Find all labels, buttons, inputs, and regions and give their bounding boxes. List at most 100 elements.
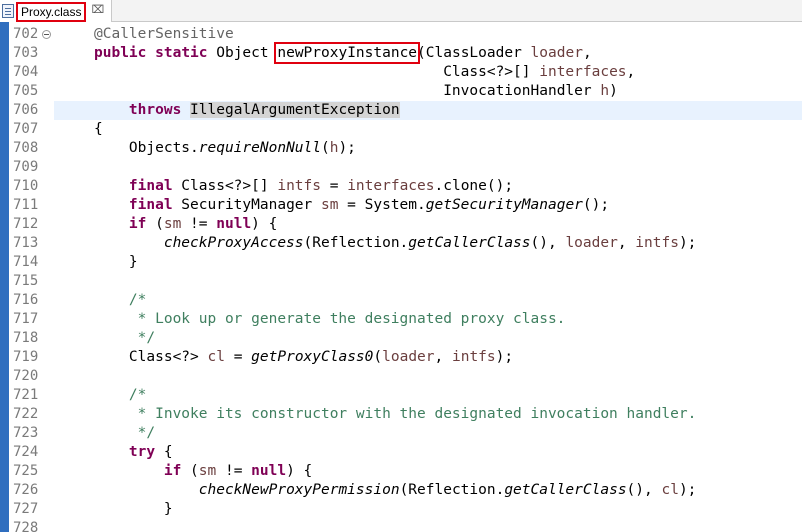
line-number-gutter: 702 703 704 705 706 707 708 709 710 711 712 713 714 7…	[9, 22, 53, 532]
code-token: getCallerClass	[504, 482, 627, 498]
code-line[interactable]: if (sm != null) {	[54, 462, 802, 481]
code-token: }	[94, 254, 138, 270]
tab-title[interactable]: Proxy.class	[16, 2, 87, 22]
code-token: !=	[216, 463, 252, 479]
code-token: throws	[128, 102, 182, 118]
code-token: (),	[530, 235, 566, 251]
code-token: (	[373, 349, 383, 365]
code-token: Class<?>	[94, 349, 208, 365]
line-number: 726	[13, 482, 39, 498]
close-icon[interactable]: ⌧	[91, 3, 105, 17]
code-line[interactable]	[54, 519, 802, 532]
line-number: 727	[13, 501, 39, 517]
code-line[interactable]: * Invoke its constructor with the design…	[54, 405, 802, 424]
class-file-icon	[2, 4, 14, 18]
highlighted-method-name: newProxyInstance	[274, 42, 421, 64]
code-token: final	[128, 197, 173, 213]
code-line[interactable]: checkProxyAccess(Reflection.getCallerCla…	[54, 234, 802, 253]
line-number: 725	[13, 463, 39, 479]
code-line[interactable]: Objects.requireNonNull(h);	[54, 139, 802, 158]
tab-proxy-class[interactable]: Proxy.class ⌧	[0, 0, 112, 22]
current-code-line[interactable]: throws IllegalArgumentException	[54, 101, 802, 120]
code-line[interactable]: }	[54, 253, 802, 272]
line-number: 724	[13, 444, 39, 460]
line-number: 717	[13, 311, 39, 327]
code-token: h	[600, 83, 610, 99]
code-token: public	[94, 45, 147, 61]
code-line[interactable]: @CallerSensitive	[54, 25, 802, 44]
code-token: Object	[207, 45, 278, 61]
code-token: intfs	[277, 178, 321, 194]
code-line[interactable]: final SecurityManager sm = System.getSec…	[54, 196, 802, 215]
code-line[interactable]	[54, 158, 802, 177]
code-token: requireNonNull	[198, 140, 321, 156]
code-token: (Reflection.	[303, 235, 409, 251]
code-line[interactable]: public static Object newProxyInstance(Cl…	[54, 42, 802, 64]
code-token: =	[224, 349, 252, 365]
code-line[interactable]: {	[54, 120, 802, 139]
code-token: sm	[198, 463, 217, 479]
code-line[interactable]	[54, 272, 802, 291]
code-token: try	[128, 444, 156, 460]
code-token: {	[94, 121, 103, 137]
line-number: 706	[13, 102, 39, 118]
line-number: 710	[13, 178, 39, 194]
code-token: loader	[530, 45, 583, 61]
code-line[interactable]: Class<?> cl = getProxyClass0(loader, int…	[54, 348, 802, 367]
line-number: 707	[13, 121, 39, 137]
code-line[interactable]: InvocationHandler h)	[54, 82, 802, 101]
code-token: ClassLoader	[425, 45, 531, 61]
code-line[interactable]: }	[54, 500, 802, 519]
code-token: getSecurityManager	[425, 197, 583, 213]
code-token: = System.	[338, 197, 426, 213]
code-token: interfaces	[539, 64, 627, 80]
code-line[interactable]: Class<?>[] interfaces,	[54, 63, 802, 82]
code-line[interactable]: /*	[54, 386, 802, 405]
code-token: cl	[207, 349, 225, 365]
line-number: 704	[13, 64, 39, 80]
code-line[interactable]: */	[54, 329, 802, 348]
code-token: /*	[128, 292, 147, 308]
code-token: ) {	[286, 463, 313, 479]
line-number: 721	[13, 387, 39, 403]
line-number: 715	[13, 273, 39, 289]
code-area[interactable]: @CallerSensitive public static Object new…	[54, 22, 802, 532]
code-token: loader	[565, 235, 618, 251]
code-line[interactable]: /*	[54, 291, 802, 310]
fold-collapse-icon[interactable]	[42, 30, 51, 39]
code-line[interactable]: try {	[54, 443, 802, 462]
line-number: 709	[13, 159, 39, 175]
code-token: (	[417, 45, 426, 61]
code-line[interactable]: if (sm != null) {	[54, 215, 802, 234]
code-line[interactable]: * Look up or generate the designated pro…	[54, 310, 802, 329]
code-token: );	[495, 349, 514, 365]
code-token: }	[94, 501, 173, 517]
code-token: );	[338, 140, 356, 156]
line-number: 702	[13, 26, 39, 42]
code-token: );	[678, 235, 697, 251]
code-token: static	[155, 45, 208, 61]
code-token: sm	[320, 197, 339, 213]
code-line[interactable]	[54, 367, 802, 386]
line-number: 728	[13, 520, 39, 532]
code-line[interactable]: checkNewProxyPermission(Reflection.getCa…	[54, 481, 802, 500]
code-token: );	[678, 482, 697, 498]
line-number: 705	[13, 83, 39, 99]
code-token: /*	[128, 387, 147, 403]
code-line[interactable]: final Class<?>[] intfs = interfaces.clon…	[54, 177, 802, 196]
code-token: ,	[434, 349, 452, 365]
code-token: {	[155, 444, 173, 460]
code-editor[interactable]: 702 703 704 705 706 707 708 709 710 711 712 713 714 7…	[0, 22, 802, 532]
code-token: sm	[163, 216, 182, 232]
code-token: (	[181, 463, 199, 479]
code-line[interactable]: */	[54, 424, 802, 443]
